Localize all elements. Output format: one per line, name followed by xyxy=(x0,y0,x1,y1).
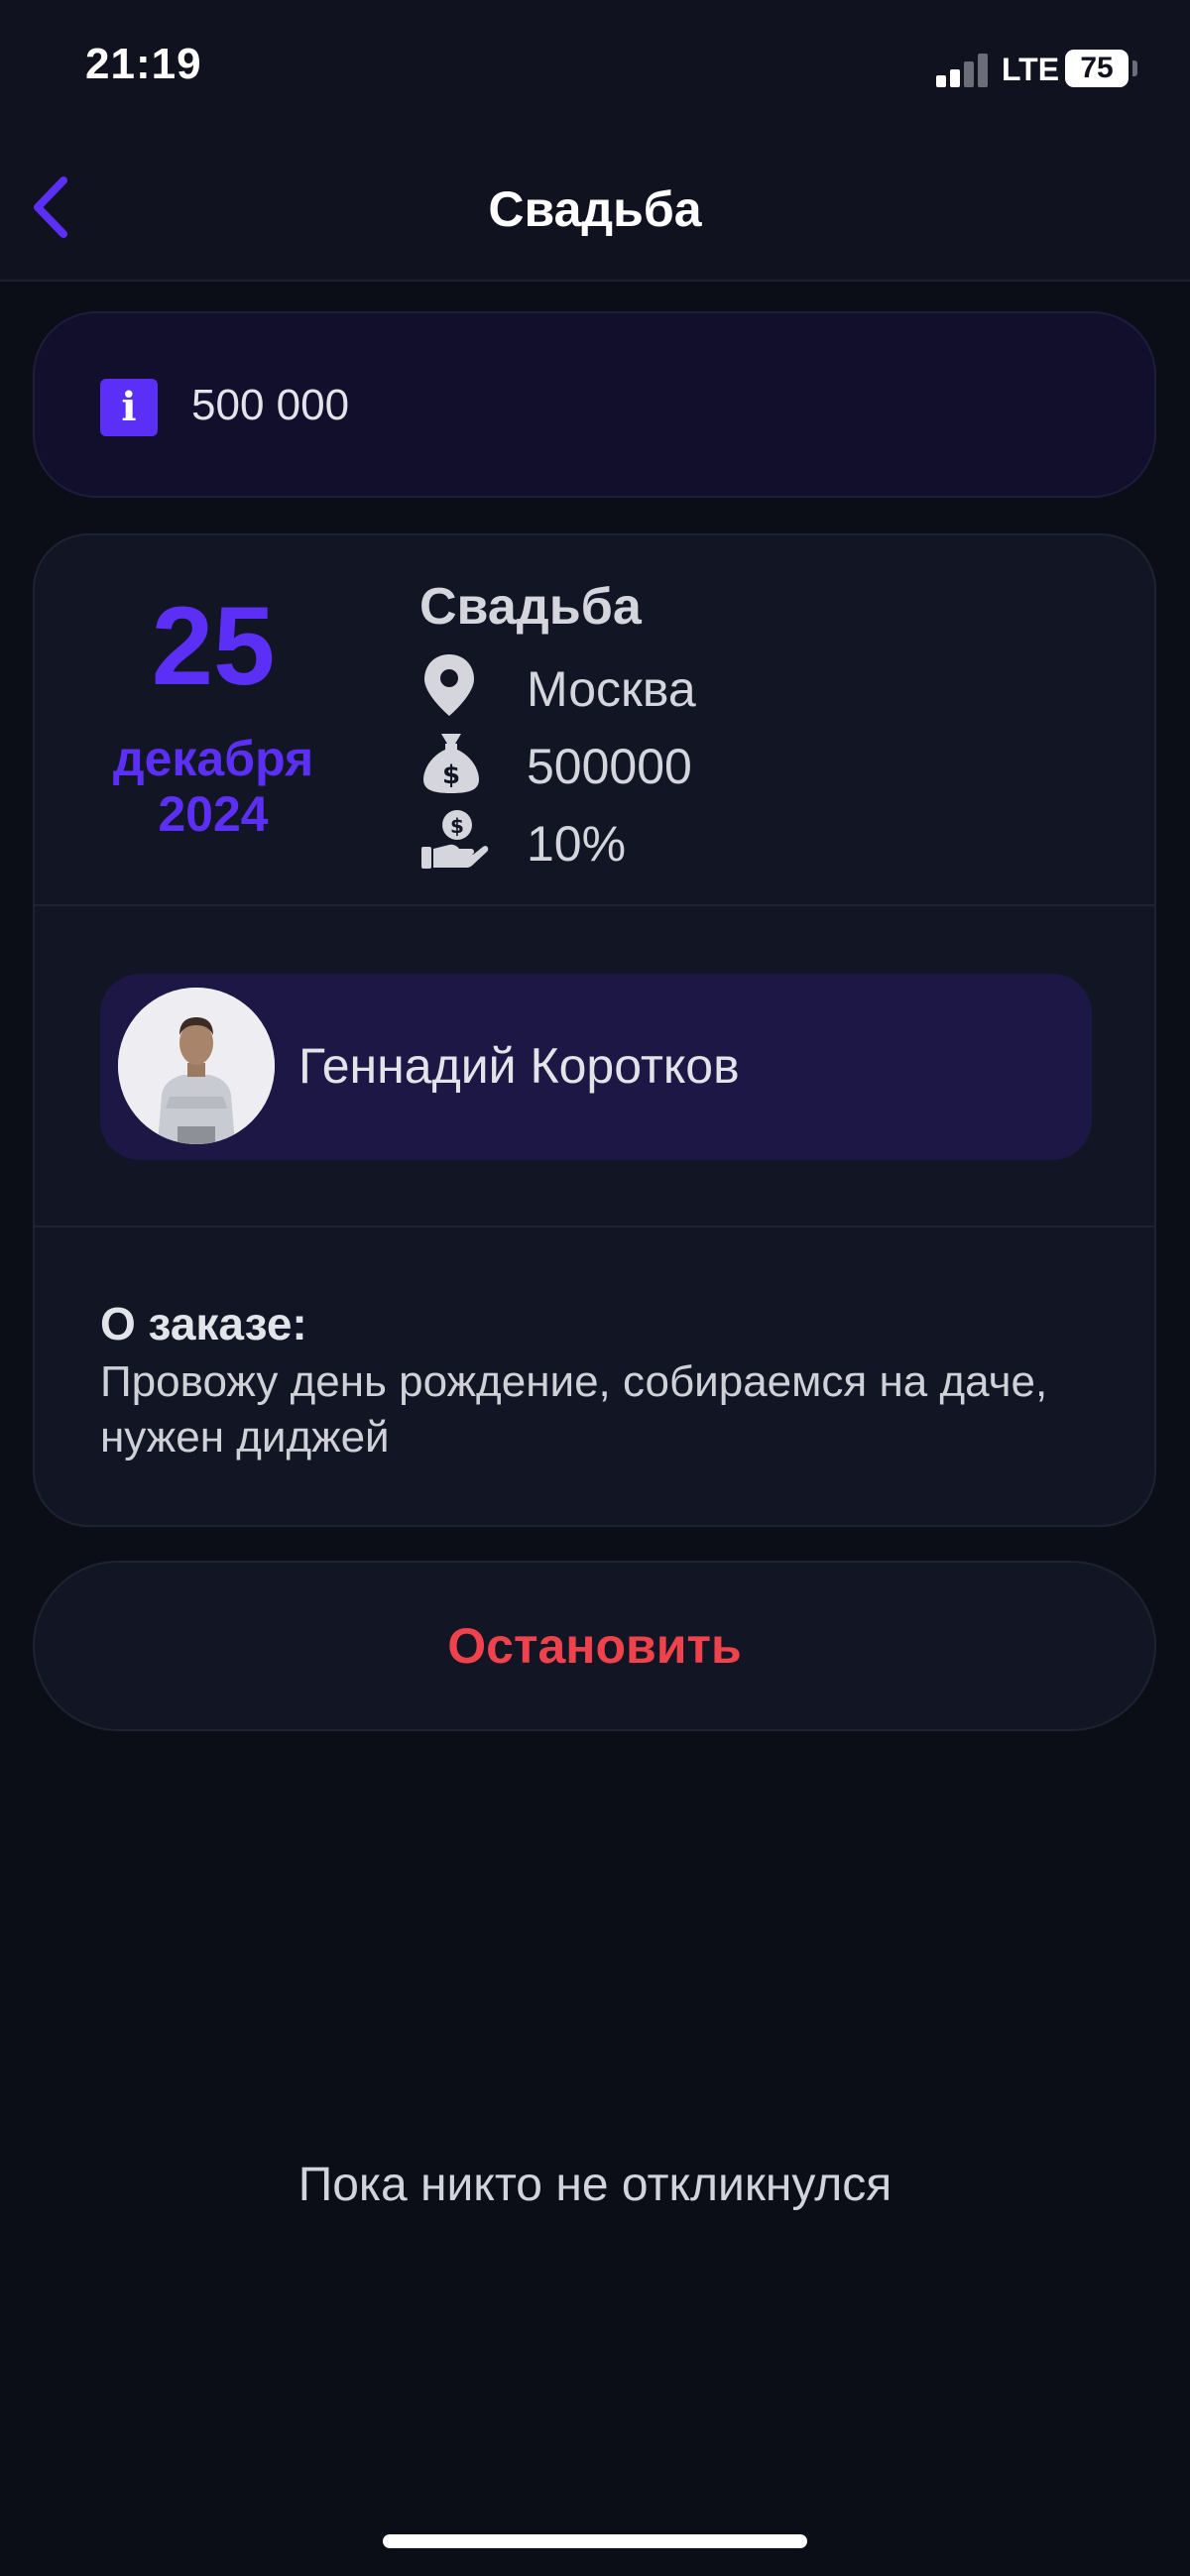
info-icon: i xyxy=(100,379,158,436)
budget-info-banner: i 500 000 xyxy=(33,311,1156,498)
battery-cap xyxy=(1132,60,1137,76)
cellular-signal-icon xyxy=(936,54,996,87)
money-bag-icon: $ xyxy=(423,734,479,793)
author-name: Геннадий Коротков xyxy=(298,1038,740,1094)
author-chip[interactable]: Геннадий Коротков xyxy=(100,974,1092,1160)
about-text: Провожу день рождение, собираемся на дач… xyxy=(100,1357,1048,1462)
location-text: Москва xyxy=(527,661,696,717)
divider xyxy=(35,904,1154,906)
stop-button[interactable]: Остановить xyxy=(33,1561,1156,1731)
date-month: декабря xyxy=(112,731,314,786)
commission-text: 10% xyxy=(527,816,627,872)
budget-amount: 500 000 xyxy=(191,381,350,429)
status-bar: 21:19 LTE 75 xyxy=(0,0,1190,149)
date-year: 2024 xyxy=(158,786,269,842)
status-time: 21:19 xyxy=(85,40,202,88)
avatar xyxy=(118,988,275,1144)
about-label: О заказе: xyxy=(100,1298,307,1349)
home-indicator[interactable] xyxy=(383,2534,807,2548)
budget-text: 500000 xyxy=(527,739,692,794)
svg-text:$: $ xyxy=(450,814,464,838)
location-pin-icon xyxy=(424,654,474,716)
order-card: 25 декабря 2024 Свадьба Москва $ 500000 … xyxy=(33,533,1156,1527)
date-day: 25 xyxy=(151,584,276,708)
event-title: Свадьба xyxy=(419,578,642,636)
empty-responses-text: Пока никто не откликнулся xyxy=(298,2159,892,2211)
hand-coin-icon: $ xyxy=(421,810,489,869)
network-type: LTE xyxy=(1002,52,1060,87)
person-photo-icon xyxy=(118,988,275,1144)
svg-text:$: $ xyxy=(442,761,460,790)
battery-icon: 75 xyxy=(1065,50,1129,87)
divider xyxy=(35,1226,1154,1228)
nav-bar: Свадьба xyxy=(0,149,1190,282)
page-title: Свадьба xyxy=(488,181,702,237)
